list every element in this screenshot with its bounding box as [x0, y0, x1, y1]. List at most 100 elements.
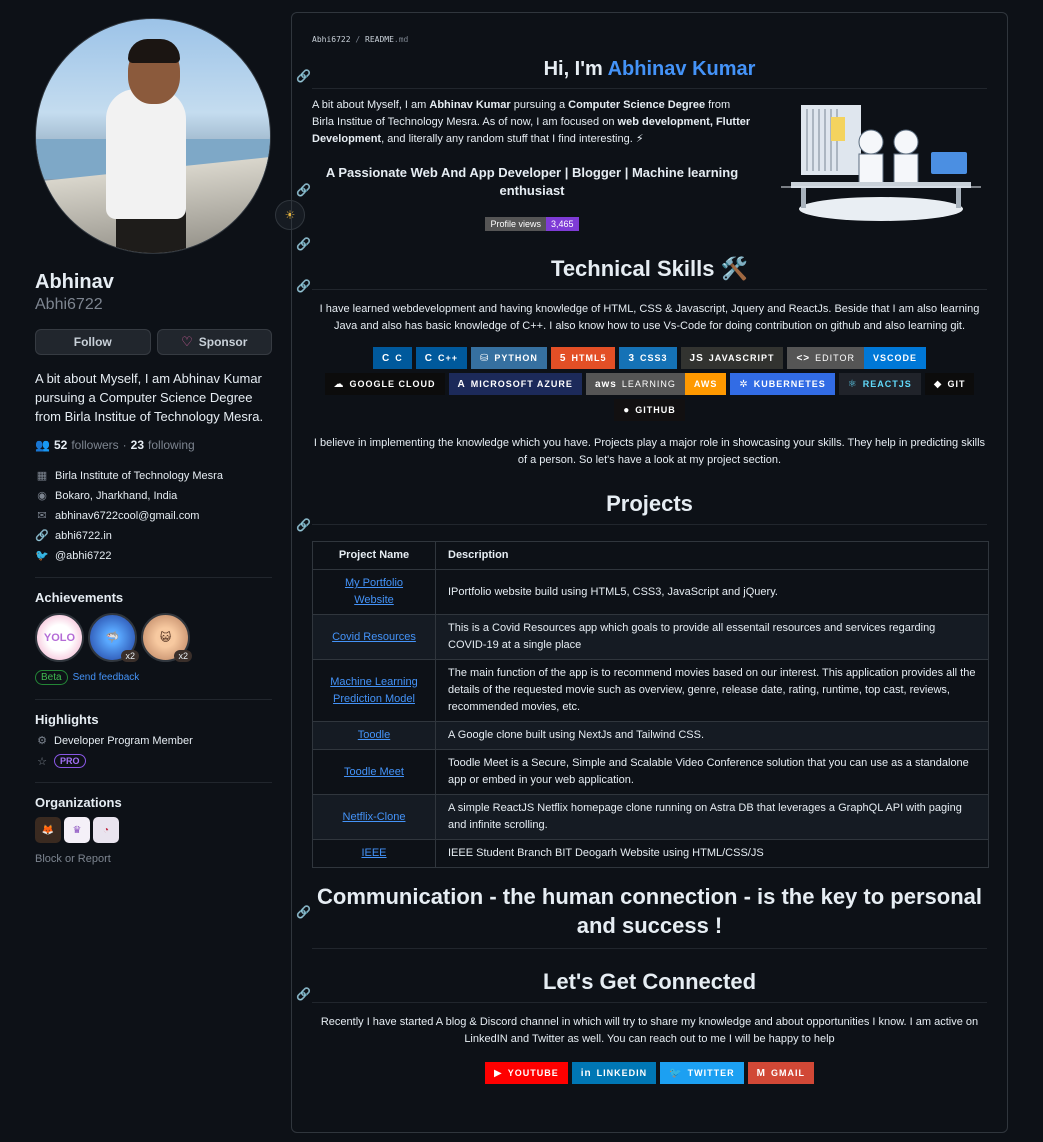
- project-description: A simple ReactJS Netflix homepage clone …: [435, 794, 989, 840]
- skill-badge-css3[interactable]: 3 CSS3: [619, 347, 677, 369]
- anchor-link-icon[interactable]: 🔗: [296, 279, 311, 293]
- gmail-icon: M: [756, 1067, 766, 1079]
- skill-badge-javascript[interactable]: JS JAVASCRIPT: [680, 347, 784, 369]
- highlight-label[interactable]: Developer Program Member: [54, 735, 193, 747]
- following-count[interactable]: 23: [131, 438, 144, 452]
- breadcrumb-separator: /: [355, 35, 361, 44]
- highlight-developer-program[interactable]: ⚙ Developer Program Member: [35, 734, 272, 748]
- skill-label: KUBERNETES: [753, 379, 826, 389]
- anchor-link-icon[interactable]: 🔗: [296, 518, 311, 532]
- project-link[interactable]: Toodle: [358, 729, 390, 741]
- project-link[interactable]: My Portfolio Website: [345, 577, 403, 606]
- cpu-icon: ⚙: [37, 735, 47, 747]
- social-badge-youtube[interactable]: ▶ YOUTUBE: [485, 1062, 568, 1084]
- profile-display-name: Abhinav: [35, 271, 114, 293]
- org-avatar-1[interactable]: 🦊: [35, 817, 61, 843]
- project-link[interactable]: Covid Resources: [332, 631, 416, 643]
- email-link[interactable]: abhinav6722cool@gmail.com: [55, 510, 199, 522]
- project-description: IEEE Student Branch BIT Deogarh Website …: [435, 839, 989, 868]
- skill-badge-aws[interactable]: aws LEARNING AWS: [585, 373, 727, 395]
- skill-badge-c[interactable]: C C++: [415, 347, 467, 369]
- skill-badge-git[interactable]: ◆ GIT: [924, 373, 975, 395]
- social-badge-linkedin[interactable]: in LINKEDIN: [571, 1062, 657, 1084]
- achievement-starstruck[interactable]: 😺 x2: [141, 613, 192, 662]
- anchor-link-icon[interactable]: 🔗: [296, 69, 311, 83]
- skill-badge-c[interactable]: CC: [373, 347, 412, 369]
- skill-badge-html5[interactable]: 5 HTML5: [550, 347, 616, 369]
- microsoft-azure-icon: A: [457, 378, 466, 390]
- projects-table: Project Name Description My Portfolio We…: [312, 541, 989, 868]
- project-link[interactable]: Machine Learning Prediction Model: [330, 676, 417, 705]
- projects-intro: I believe in implementing the knowledge …: [313, 437, 986, 466]
- skill-label: PYTHON: [494, 353, 538, 363]
- git-icon: ◆: [933, 378, 943, 390]
- table-row: Toodle A Google clone built using NextJs …: [312, 721, 989, 750]
- skill-badge-kubernetes[interactable]: ✲ KUBERNETES: [730, 373, 835, 395]
- skill-badge-google-cloud[interactable]: ☁ GOOGLE CLOUD: [324, 373, 445, 395]
- followers-count[interactable]: 52: [54, 438, 67, 452]
- skill-badge-label: ⚛ REACTJS: [838, 373, 921, 395]
- badge-count: x2: [121, 650, 139, 662]
- org-avatar-2[interactable]: ♛: [64, 817, 90, 843]
- skill-label-value: VSCODE: [863, 347, 926, 369]
- project-description: Toodle Meet is a Secure, Simple and Scal…: [435, 749, 989, 795]
- css3-icon: 3: [628, 352, 636, 364]
- send-feedback-link[interactable]: Send feedback: [73, 672, 140, 683]
- skill-badge-microsoft-azure[interactable]: A MICROSOFT AZURE: [448, 373, 582, 395]
- project-name-cell: Machine Learning Prediction Model: [312, 659, 436, 722]
- following-label[interactable]: following: [148, 438, 195, 452]
- skill-badge-reactjs[interactable]: ⚛ REACTJS: [838, 373, 921, 395]
- profile-website[interactable]: 🔗 abhi6722.in: [35, 528, 272, 543]
- skill-badge-vscode[interactable]: <> EDITOR VSCODE: [787, 347, 926, 369]
- breadcrumb-file[interactable]: README: [365, 35, 394, 44]
- twitter-link[interactable]: @abhi6722: [55, 550, 111, 562]
- skill-badge-python[interactable]: ⛁ PYTHON: [470, 347, 547, 369]
- skill-label: GIT: [947, 379, 966, 389]
- profile-location: ◉ Bokaro, Jharkhand, India: [35, 488, 272, 503]
- avatar[interactable]: [35, 18, 271, 254]
- website-link[interactable]: abhi6722.in: [55, 530, 112, 542]
- breadcrumb-owner[interactable]: Abhi6722: [312, 35, 351, 44]
- linkedin-icon: in: [580, 1067, 592, 1079]
- anchor-link-icon[interactable]: 🔗: [296, 183, 311, 197]
- c-icon: C: [382, 352, 391, 364]
- profile-twitter[interactable]: 🐦 @abhi6722: [35, 548, 272, 563]
- twitter-icon: 🐦: [35, 550, 49, 562]
- social-badge-twitter[interactable]: 🐦 TWITTER: [660, 1062, 744, 1084]
- social-label: LINKEDIN: [596, 1068, 648, 1078]
- achievements-heading[interactable]: Achievements: [35, 590, 272, 605]
- organizations-heading: Organizations: [35, 795, 122, 810]
- skill-label: C: [395, 353, 403, 363]
- achievement-badges: YOLO 🦈 x2 😺 x2: [35, 613, 272, 662]
- sponsor-button[interactable]: ♡ Sponsor: [156, 329, 272, 355]
- anchor-link-icon[interactable]: 🔗: [296, 237, 311, 251]
- project-name-cell: Toodle: [312, 721, 436, 750]
- achievement-yolo[interactable]: YOLO: [35, 613, 84, 662]
- block-or-report-link[interactable]: Block or Report: [35, 853, 272, 865]
- skill-label: GITHUB: [635, 405, 676, 415]
- project-description: The main function of the app is to recom…: [435, 659, 989, 722]
- profile-email[interactable]: ✉ abhinav6722cool@gmail.com: [35, 508, 272, 523]
- skill-badges: C C C C++ ⛁ PYTHON 5 HTML5 3 CSS3 JS JAVASCRIPT <> ED…: [312, 347, 987, 421]
- people-icon: 👥: [35, 438, 50, 452]
- skill-badge-github[interactable]: ● GITHUB: [614, 399, 685, 421]
- follow-button-label: Follow: [73, 335, 112, 349]
- skill-badge-label: JS JAVASCRIPT: [680, 347, 784, 369]
- anchor-link-icon[interactable]: 🔗: [296, 905, 311, 919]
- project-link[interactable]: Toodle Meet: [344, 766, 404, 778]
- social-label: TWITTER: [687, 1068, 735, 1078]
- anchor-link-icon[interactable]: 🔗: [296, 987, 311, 1001]
- skill-label: HTML5: [571, 353, 607, 363]
- pro-badge: PRO: [54, 754, 86, 768]
- org-avatar-3[interactable]: ◔: [93, 817, 119, 843]
- skill-badge-label: aws LEARNING: [585, 373, 685, 395]
- followers-label[interactable]: followers: [71, 438, 118, 452]
- project-link[interactable]: IEEE: [361, 847, 386, 859]
- project-link[interactable]: Netflix-Clone: [343, 811, 406, 823]
- project-description: This is a Covid Resources app which goal…: [435, 614, 989, 660]
- follow-button[interactable]: Follow: [35, 329, 151, 355]
- mail-icon: ✉: [37, 510, 47, 522]
- achievement-pull-shark[interactable]: 🦈 x2: [88, 613, 139, 662]
- readme-panel: Abhi6722 / README.md 🔗 Hi, I'm Abhinav K…: [291, 12, 1008, 1133]
- social-badge-gmail[interactable]: M GMAIL: [747, 1062, 814, 1084]
